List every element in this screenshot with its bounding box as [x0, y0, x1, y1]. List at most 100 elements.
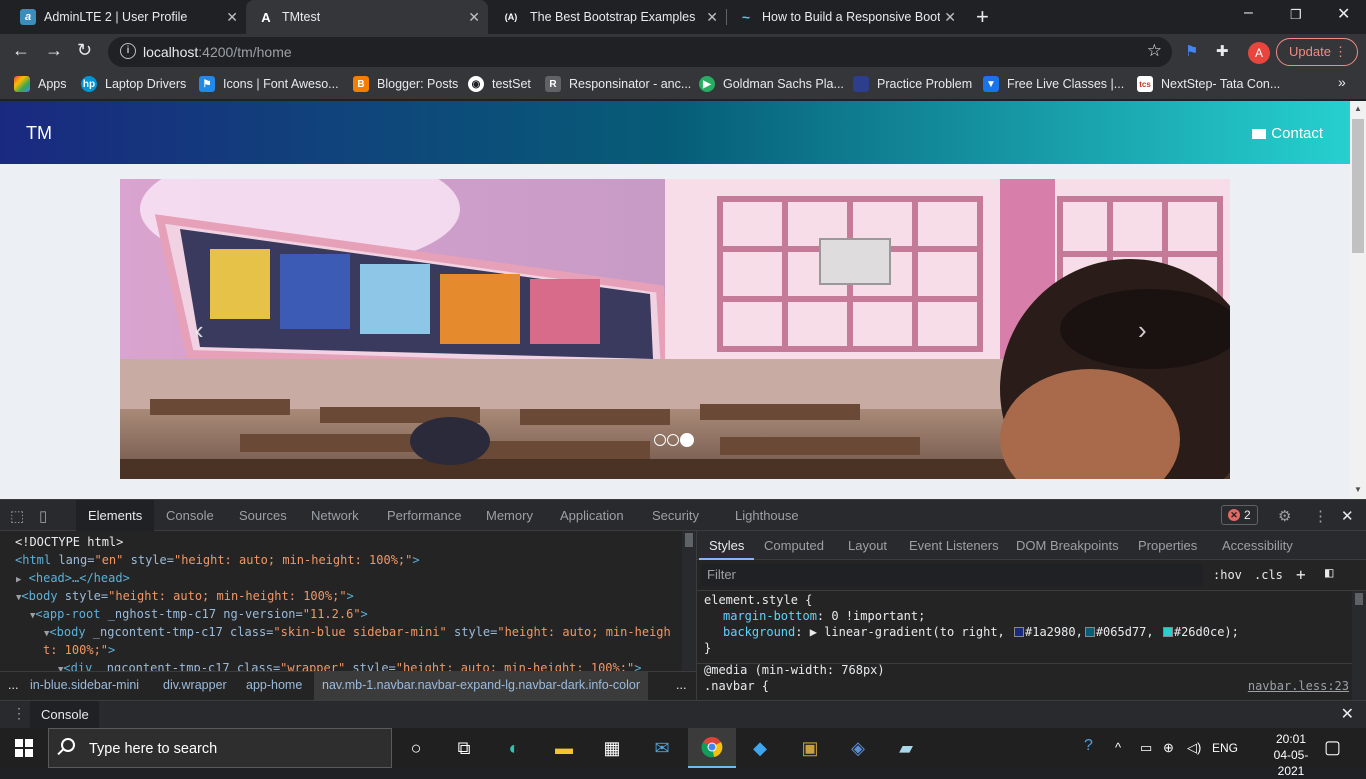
carousel-indicator[interactable]: [654, 434, 666, 446]
volume-icon[interactable]: ◁): [1187, 740, 1201, 756]
tray-chevron-icon[interactable]: ^: [1115, 740, 1121, 755]
color-swatch[interactable]: [1084, 627, 1095, 637]
vscode-icon[interactable]: ◆: [736, 728, 784, 768]
tab-dom-breakpoints[interactable]: DOM Breakpoints: [1016, 538, 1119, 553]
color-swatch[interactable]: [1162, 627, 1173, 637]
tab-console[interactable]: Console: [166, 508, 214, 523]
tab-styles[interactable]: Styles: [699, 531, 755, 560]
drawer-menu-icon[interactable]: ⋮: [12, 705, 26, 722]
bookmark-star-icon[interactable]: ☆: [1147, 41, 1162, 61]
drawer-tab-console[interactable]: Console: [30, 701, 99, 729]
bookmark-responsinator[interactable]: R Responsinator - anc...: [545, 76, 691, 92]
dom-node-app-root[interactable]: ▼<app-root _nghost-tmp-c17 ng-version="1…: [30, 607, 368, 621]
store-icon[interactable]: ▦: [588, 728, 636, 768]
bookmark-free-live-classes[interactable]: ▼ Free Live Classes |...: [983, 76, 1124, 92]
class-toggle[interactable]: .cls: [1254, 568, 1283, 582]
tab-memory[interactable]: Memory: [486, 508, 533, 523]
more-bookmarks-icon[interactable]: »: [1338, 74, 1346, 90]
scroll-down-arrow-icon[interactable]: ▼: [1354, 485, 1362, 494]
device-toolbar-icon[interactable]: ▯: [39, 507, 47, 525]
language-indicator[interactable]: ENG: [1212, 741, 1238, 755]
styles-scrollbar[interactable]: [1352, 591, 1366, 700]
breadcrumb-item[interactable]: div.wrapper: [163, 678, 227, 692]
contact-link[interactable]: Contact: [1252, 125, 1323, 142]
inspect-element-icon[interactable]: ⬚: [10, 507, 24, 525]
dom-node-body[interactable]: ▼<body style="height: auto; min-height: …: [16, 589, 354, 603]
color-swatch[interactable]: [1014, 627, 1024, 637]
forward-icon[interactable]: →: [45, 40, 63, 61]
profile-avatar[interactable]: A: [1248, 42, 1270, 64]
task-view-icon[interactable]: ⧉: [440, 728, 488, 768]
back-icon[interactable]: ←: [12, 40, 30, 61]
css-declaration[interactable]: margin-bottom: 0 !important;: [723, 609, 925, 623]
navbar-brand[interactable]: TM: [26, 123, 52, 144]
windows-start-icon[interactable]: [0, 728, 48, 768]
tab-computed[interactable]: Computed: [764, 538, 824, 553]
error-count-badge[interactable]: ✕ 2: [1221, 505, 1258, 525]
bookmark-blogger[interactable]: B Blogger: Posts: [353, 76, 458, 92]
close-tab-icon[interactable]: ✕: [706, 9, 718, 26]
taskbar-clock[interactable]: 20:01 04-05-2021: [1266, 731, 1316, 779]
tab-network[interactable]: Network: [311, 508, 359, 523]
tab-application[interactable]: Application: [560, 508, 624, 523]
toggle-sidebar-icon[interactable]: ◧: [1325, 565, 1333, 581]
notes-app-icon[interactable]: ▰: [882, 728, 930, 768]
scroll-up-arrow-icon[interactable]: ▲: [1354, 104, 1362, 113]
new-rule-plus-icon[interactable]: +: [1296, 565, 1306, 584]
carousel-prev-icon[interactable]: ‹: [195, 315, 204, 346]
browser-tab-bootstrap-examples[interactable]: (A) The Best Bootstrap Examples ✕: [488, 0, 726, 34]
mysql-workbench-icon[interactable]: ◈: [834, 728, 882, 768]
close-window-icon[interactable]: ✕: [1337, 4, 1350, 24]
restore-icon[interactable]: ❐: [1290, 7, 1302, 23]
url-text[interactable]: localhost:4200/tm/home: [143, 44, 292, 60]
dom-node-html[interactable]: <html lang="en" style="height: auto; min…: [15, 553, 420, 567]
close-tab-icon[interactable]: ✕: [226, 9, 238, 26]
tab-event-listeners[interactable]: Event Listeners: [909, 538, 999, 553]
new-tab-icon[interactable]: +: [976, 4, 989, 30]
bookmark-apps[interactable]: Apps: [14, 76, 67, 92]
tab-sources[interactable]: Sources: [239, 508, 287, 523]
browser-tab-tmtest[interactable]: A TMtest ✕: [246, 0, 488, 34]
update-button[interactable]: Update ⋮: [1276, 38, 1358, 66]
extensions-puzzle-icon[interactable]: ✚: [1216, 42, 1229, 60]
breadcrumb-item[interactable]: in-blue.sidebar-mini: [30, 678, 139, 692]
settings-gear-icon[interactable]: ⚙: [1278, 507, 1291, 525]
breadcrumb-overflow-left[interactable]: ...: [8, 678, 18, 692]
close-tab-icon[interactable]: ✕: [468, 9, 480, 26]
page-scrollbar[interactable]: ▲ ▼: [1350, 101, 1366, 499]
stylesheet-source-link[interactable]: navbar.less:23: [1248, 679, 1349, 693]
css-declaration[interactable]: background: ▶ linear-gradient(to right, …: [723, 625, 1239, 639]
close-drawer-icon[interactable]: ✕: [1341, 704, 1354, 724]
chrome-icon[interactable]: [688, 728, 736, 768]
breadcrumb-item[interactable]: app-home: [246, 678, 302, 692]
battery-icon[interactable]: ▭: [1140, 740, 1152, 756]
hover-state-toggle[interactable]: :hov: [1213, 568, 1242, 582]
tab-accessibility[interactable]: Accessibility: [1222, 538, 1293, 553]
edge-icon[interactable]: ◐: [490, 728, 538, 768]
tab-properties[interactable]: Properties: [1138, 538, 1197, 553]
taskbar-search-input[interactable]: Type here to search: [48, 728, 392, 768]
elements-scrollbar[interactable]: [682, 531, 696, 671]
breadcrumb-item-selected[interactable]: nav.mb-1.navbar.navbar-expand-lg.navbar-…: [314, 672, 648, 700]
scrollbar-thumb[interactable]: [1355, 593, 1363, 605]
browser-tab-adminlte[interactable]: a AdminLTE 2 | User Profile ✕: [8, 0, 246, 34]
scrollbar-thumb[interactable]: [1352, 119, 1364, 253]
dom-node-inner-body[interactable]: ▼<body _ngcontent-tmp-c17 class="skin-bl…: [44, 625, 671, 639]
breadcrumb-overflow-right[interactable]: ...: [676, 678, 686, 692]
styles-filter-input[interactable]: Filter: [701, 564, 1203, 586]
expand-triangle-icon[interactable]: ▶: [16, 575, 21, 585]
reload-icon[interactable]: ↻: [77, 40, 92, 61]
app-badge-icon[interactable]: ▣: [786, 728, 834, 768]
bookmark-testset[interactable]: ◉ testSet: [468, 76, 531, 92]
devtools-menu-icon[interactable]: ⋮: [1313, 507, 1328, 525]
help-icon[interactable]: ?: [1084, 737, 1093, 755]
minimize-icon[interactable]: –: [1244, 4, 1253, 22]
bookmark-goldman-sachs[interactable]: ▶ Goldman Sachs Pla...: [699, 76, 844, 92]
address-bar[interactable]: i localhost:4200/tm/home ☆: [108, 37, 1172, 67]
bookmark-nextstep[interactable]: tcs NextStep- Tata Con...: [1137, 76, 1280, 92]
bookmark-practice-problem[interactable]: Practice Problem: [853, 76, 972, 92]
tab-lighthouse[interactable]: Lighthouse: [735, 508, 799, 523]
dom-node-head[interactable]: ▶ <head>…</head>: [16, 571, 130, 585]
tab-performance[interactable]: Performance: [387, 508, 461, 523]
tab-layout[interactable]: Layout: [848, 538, 887, 553]
